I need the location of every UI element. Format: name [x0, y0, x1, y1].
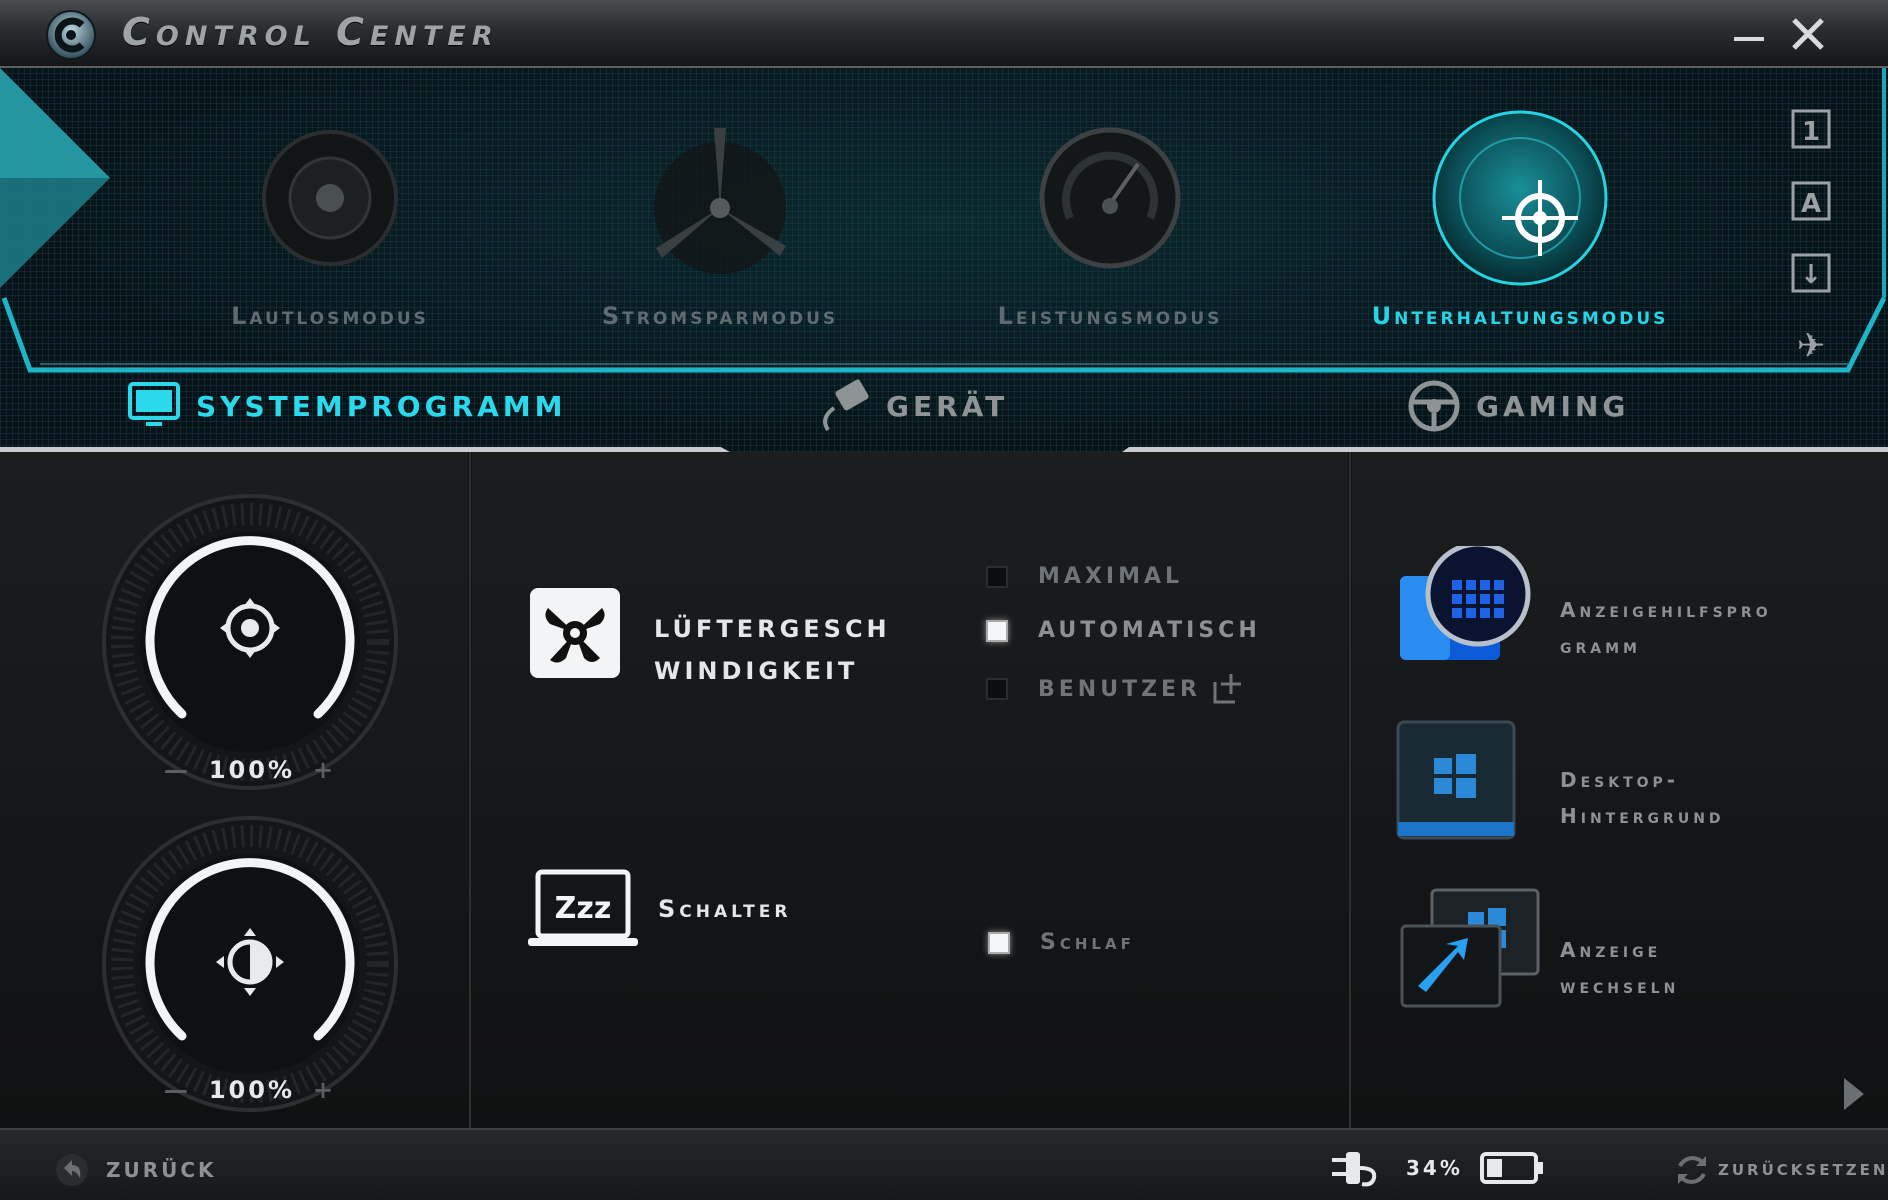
fan-option-automatisch[interactable]: AUTOMATISCH: [986, 618, 1261, 643]
speedometer-icon: [1039, 127, 1181, 269]
option-label: AUTOMATISCH: [1038, 618, 1261, 643]
fan-speed-title-line1: LÜFTERGESCH: [654, 615, 891, 643]
app-label-line2: gramm: [1560, 634, 1641, 658]
plug-icon: [823, 379, 869, 432]
tab-bar: SYSTEMPROGRAMM GERÄT GAMING: [0, 358, 1888, 448]
ac-plug-icon: [1332, 1152, 1377, 1187]
power-status: 34%: [1330, 1148, 1545, 1188]
fan-option-maximal[interactable]: MAXIMAL: [986, 564, 1183, 589]
minimize-button[interactable]: [1726, 10, 1774, 58]
fan-speed-title-line2: WINDIGKEIT: [654, 657, 859, 685]
mode-leistung[interactable]: Leistungsmodus: [950, 108, 1270, 330]
dial-value: 100%: [208, 756, 296, 784]
footer-bar: ZURÜCK 34% ZURÜCKSETZEN: [0, 1128, 1888, 1200]
back-label: ZURÜCK: [106, 1158, 217, 1182]
app-switch-display-label: Anzeige wechseln: [1560, 932, 1679, 1004]
windows-desktop-icon[interactable]: [1394, 718, 1518, 842]
tab-label: SYSTEMPROGRAMM: [196, 389, 567, 423]
app-display-helper-label: Anzeigehilfspro gramm: [1560, 592, 1772, 664]
app-label-line1: Desktop-: [1560, 768, 1680, 792]
brightness-dial[interactable]: — 100% +: [100, 814, 400, 1114]
decrease-button[interactable]: —: [164, 1076, 191, 1104]
battery-icon: [1479, 1152, 1543, 1184]
svg-text:1: 1: [1802, 117, 1820, 147]
tab-systemprogramm[interactable]: SYSTEMPROGRAMM: [126, 378, 567, 434]
profile-1-icon[interactable]: 1: [1790, 108, 1832, 150]
option-label: MAXIMAL: [1038, 564, 1184, 589]
mode-lautlos[interactable]: Lautlosmodus: [170, 108, 490, 330]
title-bar: Control Center: [0, 0, 1888, 68]
mode-stromspar[interactable]: Stromsparmodus: [560, 108, 880, 330]
app-logo-icon: [46, 10, 96, 60]
tab-label: GERÄT: [886, 389, 1009, 423]
close-icon: [1792, 18, 1824, 50]
mode-label: Lautlosmodus: [231, 302, 429, 330]
mode-label: Leistungsmodus: [997, 302, 1223, 330]
option-label: Schlaf: [1040, 930, 1135, 955]
switch-title: Schalter: [658, 895, 792, 923]
panel-divider: [468, 452, 472, 1128]
app-label-line1: Anzeigehilfspro: [1560, 598, 1772, 622]
increase-button[interactable]: +: [313, 756, 336, 784]
display-helper-icon[interactable]: [1396, 546, 1536, 666]
svg-text:Zzz: Zzz: [555, 891, 612, 926]
monitor-icon: [128, 382, 180, 426]
download-icon[interactable]: ↓: [1790, 252, 1832, 294]
decrease-button[interactable]: —: [164, 756, 191, 784]
crosshair-radar-icon: [1432, 110, 1608, 286]
app-title: Control Center: [122, 10, 499, 54]
steering-wheel-icon: [1408, 380, 1460, 432]
speaker-icon: [262, 130, 398, 266]
app-label-line2: Hintergrund: [1560, 804, 1725, 828]
close-button[interactable]: [1784, 10, 1832, 58]
volume-knob-icon: [220, 598, 280, 658]
battery-level-fill: [1486, 1159, 1502, 1177]
mode-banner: Lautlosmodus Stromsparmodus Leistungsmod…: [0, 68, 1888, 452]
checkbox[interactable]: [986, 565, 1008, 588]
sleep-laptop-icon: Zzz: [528, 869, 638, 946]
side-toolbar: 1 A ↓ ✈: [1790, 108, 1834, 396]
checkbox[interactable]: [986, 619, 1008, 642]
checkbox[interactable]: [986, 678, 1008, 700]
mode-unterhaltung[interactable]: Unterhaltungsmodus: [1360, 108, 1680, 330]
main-content: —100% + —100% + LÜFTERGESCH WINDIGKEIT MAX: [0, 452, 1888, 1128]
reset-button[interactable]: ZURÜCKSETZEN: [1672, 1150, 1888, 1190]
svg-text:↓: ↓: [1800, 260, 1822, 290]
fan-icon: [530, 588, 620, 678]
app-label-line1: Anzeige: [1560, 938, 1662, 962]
svg-text:A: A: [1801, 189, 1821, 219]
checkbox[interactable]: [988, 931, 1010, 954]
next-page-arrow-icon[interactable]: [1838, 1074, 1868, 1114]
switch-option-schlaf[interactable]: Schlaf: [988, 930, 1135, 955]
app-desktop-background-label: Desktop- Hintergrund: [1560, 762, 1725, 834]
tab-geraet[interactable]: GERÄT: [812, 378, 1008, 434]
minimize-icon: [1734, 37, 1764, 41]
switch-display-icon[interactable]: [1398, 886, 1542, 1010]
panel-divider: [1348, 452, 1352, 1128]
volume-dial[interactable]: — 100% +: [100, 492, 400, 792]
back-arrow-icon: [56, 1154, 88, 1186]
add-custom-icon[interactable]: [1211, 672, 1245, 706]
tab-label: GAMING: [1476, 389, 1630, 423]
reset-icon: [1678, 1156, 1706, 1184]
brightness-icon: [216, 928, 284, 996]
reset-label: ZURÜCKSETZEN: [1718, 1161, 1888, 1179]
battery-percent: 34%: [1406, 1156, 1463, 1180]
dial-value: 100%: [208, 1076, 296, 1104]
tab-gaming[interactable]: GAMING: [1406, 378, 1629, 434]
increase-button[interactable]: +: [313, 1076, 336, 1104]
mode-label: Unterhaltungsmodus: [1371, 302, 1669, 330]
wind-turbine-icon: [654, 128, 786, 274]
back-button[interactable]: ZURÜCK: [54, 1152, 217, 1188]
font-a-icon[interactable]: A: [1790, 180, 1832, 222]
option-label: BENUTZER: [1038, 676, 1202, 702]
app-label-line2: wechseln: [1560, 974, 1680, 998]
fan-option-benutzer[interactable]: BENUTZER: [986, 672, 1245, 706]
mode-label: Stromsparmodus: [601, 302, 839, 330]
